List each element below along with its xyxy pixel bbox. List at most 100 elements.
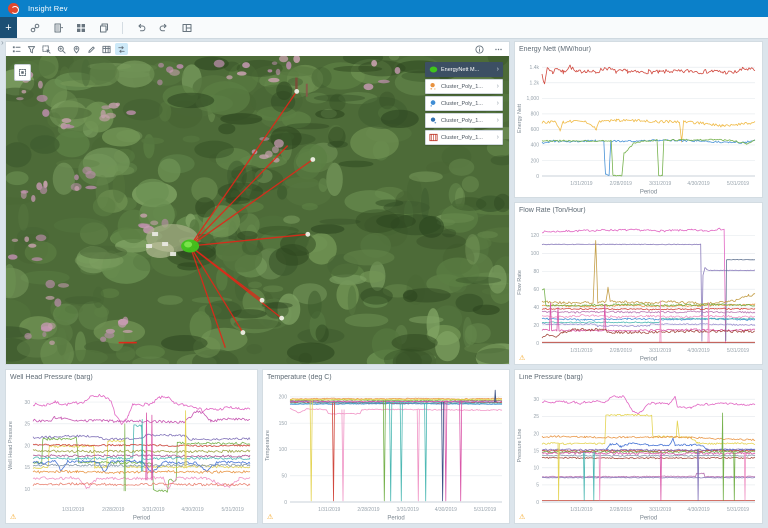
svg-text:20: 20 (533, 323, 539, 329)
series-lp-v-teal2 (592, 452, 595, 501)
svg-text:3/31/2019: 3/31/2019 (649, 507, 671, 513)
svg-text:20: 20 (533, 431, 539, 437)
series-well-red (541, 307, 756, 311)
map-tool-crossfilter-button[interactable] (115, 43, 128, 55)
legend-item-4[interactable]: Cluster_Poly_1... › (425, 130, 503, 145)
line-pressure-chart[interactable]: 0 5 10 15 20 25 30 1/31/2019 2/28/2019 3/31/2019 4… (515, 384, 762, 523)
series-lp-v-teal1 (583, 452, 586, 501)
svg-text:Period: Period (640, 190, 657, 196)
series-lp-v-pink2 (743, 453, 746, 501)
svg-text:15: 15 (533, 448, 539, 454)
warning-icon[interactable]: ⚠ (519, 514, 525, 521)
svg-text:5/31/2019: 5/31/2019 (222, 507, 244, 513)
svg-text:2/28/2019: 2/28/2019 (102, 507, 124, 513)
default-extent-button[interactable] (14, 64, 31, 81)
map-tool-legend-button[interactable] (10, 43, 23, 55)
chevron-right-icon[interactable]: › (497, 100, 499, 107)
svg-text:30: 30 (24, 400, 30, 406)
series-t-dip-teal3 (424, 403, 428, 502)
svg-text:800: 800 (531, 112, 540, 118)
svg-text:5/31/2019: 5/31/2019 (727, 181, 749, 187)
warning-icon[interactable]: ⚠ (267, 514, 273, 521)
series-lp-v-purple (697, 449, 700, 501)
series-well-purple (541, 243, 755, 342)
legend-label: Cluster_Poly_1... (441, 83, 483, 90)
svg-text:200: 200 (531, 158, 540, 164)
chart-title: Well Head Pressure (barg) (10, 373, 93, 381)
chevron-right-icon[interactable]: › (497, 134, 499, 141)
legend-item-1[interactable]: Cluster_Poly_1... › (425, 79, 503, 94)
map-tool-table-button[interactable] (100, 43, 113, 55)
svg-text:1/31/2019: 1/31/2019 (570, 507, 592, 513)
svg-text:400: 400 (531, 143, 540, 149)
svg-text:2/28/2019: 2/28/2019 (610, 181, 632, 187)
svg-text:200: 200 (279, 395, 288, 401)
toolbar-layout-button[interactable] (179, 20, 195, 35)
chart-title: Flow Rate (Ton/Hour) (519, 206, 586, 214)
svg-text:10: 10 (24, 487, 30, 493)
chevron-right-icon[interactable]: › (497, 83, 499, 90)
toolbar-separator (122, 21, 123, 34)
series-whp-pink2 (32, 476, 251, 490)
legend-item-2[interactable]: Cluster_Poly_1... › (425, 96, 503, 111)
warning-icon[interactable]: ⚠ (519, 355, 525, 362)
map-info-button[interactable] (473, 43, 486, 55)
map-legend: EnergyNett M... › Cluster_Poly_1... › Cluste… (425, 62, 503, 145)
map-ellipsis-button[interactable] (492, 43, 505, 55)
legend-label: Cluster_Poly_1... (441, 117, 483, 124)
map-tool-pencil-button[interactable] (85, 43, 98, 55)
svg-text:1/31/2019: 1/31/2019 (62, 507, 84, 513)
expand-panel-chevron[interactable]: › (1, 39, 4, 47)
series-lp-v-yellow (557, 443, 560, 501)
svg-text:60: 60 (533, 287, 539, 293)
toolbar-redo-button[interactable] (156, 20, 172, 35)
chart-title: Line Pressure (barg) (519, 373, 583, 381)
map-scale-bar (118, 341, 137, 344)
svg-text:2/28/2019: 2/28/2019 (610, 507, 632, 513)
map-card-header (6, 42, 509, 56)
series-t-dip-green (382, 400, 386, 502)
svg-text:120: 120 (531, 233, 540, 239)
map-view[interactable]: EnergyNett M... › Cluster_Poly_1... › Cluste… (6, 56, 509, 364)
series-t-dip-navy (441, 402, 445, 502)
svg-text:80: 80 (533, 269, 539, 275)
add-button[interactable]: + (0, 17, 17, 38)
legend-symbol-poly-red (429, 133, 438, 142)
well-head-pressure-chart[interactable]: 10 15 20 25 30 1/31/2019 2/28/2019 3/31/2019 4/3… (6, 384, 257, 523)
map-tool-zoom-button[interactable] (55, 43, 68, 55)
temperature-chart[interactable]: 0 50 100 150 200 1/31/2019 2/28/2019 3/31/2019 4… (263, 384, 509, 523)
svg-text:150: 150 (279, 421, 288, 427)
map-tool-filter-button[interactable] (25, 43, 38, 55)
svg-text:0: 0 (536, 341, 539, 347)
series-t-dip-mag1 (444, 401, 448, 502)
legend-item-3[interactable]: Cluster_Poly_1... › (425, 113, 503, 128)
chart-card-temperature: Temperature (deg C) 0 50 100 150 200 1/31/201… (262, 369, 510, 524)
series-t-dip-teal2 (399, 403, 403, 502)
chart-card-flow-rate: Flow Rate (Ton/Hour) 0 20 40 60 80 100 120 1/31… (514, 202, 763, 365)
legend-symbol-cluster-blue (430, 100, 436, 107)
toolbar-undo-button[interactable] (133, 20, 149, 35)
toolbar-apps-button[interactable] (73, 20, 89, 35)
toolbar-link-button[interactable] (27, 20, 43, 35)
map-toolbar (10, 43, 128, 55)
toolbar-page-button[interactable] (50, 20, 66, 35)
svg-text:25: 25 (533, 414, 539, 420)
svg-text:5/31/2019: 5/31/2019 (474, 507, 496, 513)
svg-text:0: 0 (536, 174, 539, 180)
svg-text:Period: Period (133, 516, 150, 522)
chevron-right-icon[interactable]: › (497, 66, 499, 73)
chevron-right-icon[interactable]: › (497, 117, 499, 124)
toolbar-duplicate-button[interactable] (96, 20, 112, 35)
map-tool-select-button[interactable] (40, 43, 53, 55)
svg-text:Period: Period (387, 516, 404, 522)
svg-text:25: 25 (24, 422, 30, 428)
flow-rate-chart[interactable]: 0 20 40 60 80 100 120 1/31/2019 2/28/2019 3/31/20… (515, 217, 762, 364)
warning-icon[interactable]: ⚠ (10, 514, 16, 521)
legend-item-0[interactable]: EnergyNett M... › (425, 62, 503, 77)
energy-nett-chart[interactable]: 0 200 400 600 800 1,000 1.2k 1.4k 1/31/2019 2/28/… (515, 56, 762, 197)
svg-text:15: 15 (24, 465, 30, 471)
map-tool-pin-button[interactable] (70, 43, 83, 55)
map-card: EnergyNett M... › Cluster_Poly_1... › Cluste… (5, 41, 510, 365)
series-t-blue (289, 402, 503, 405)
app-logo (8, 3, 19, 14)
